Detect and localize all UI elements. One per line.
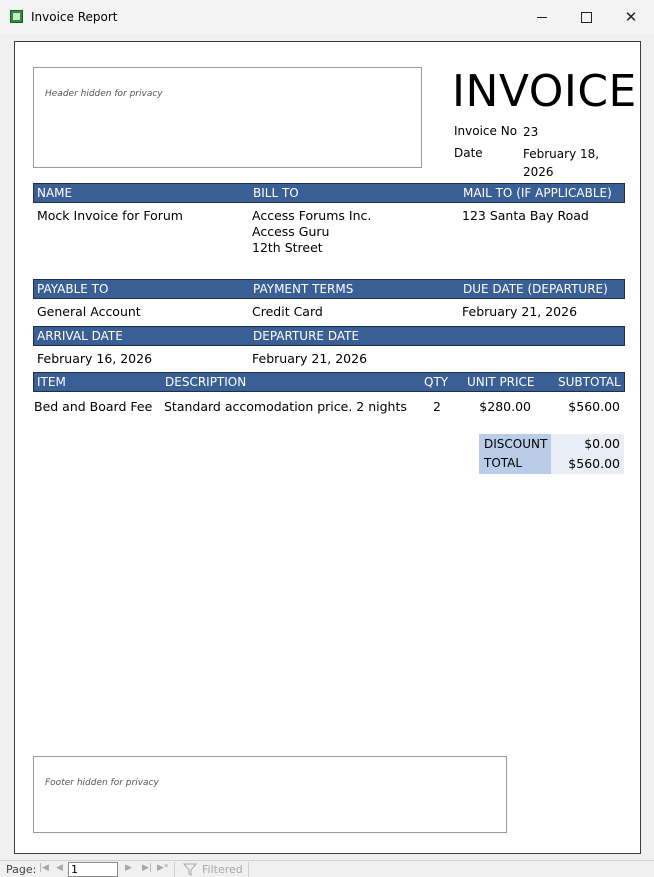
minimize-icon (537, 16, 547, 18)
item-subtotal: $560.00 (568, 399, 620, 414)
maximize-button[interactable] (563, 0, 609, 34)
previous-page-button[interactable]: ◀ (56, 863, 63, 873)
unit-price-column-header: UNIT PRICE (467, 375, 535, 389)
bill-to-line-3: 12th Street (252, 240, 323, 255)
record-navigation-bar: Page: |◀ ◀ 1 ▶ ▶| ▶* Filtered (0, 860, 654, 877)
title-bar: Invoice Report ✕ (0, 0, 654, 34)
item-column-header: ITEM (37, 375, 66, 389)
due-date-header: DUE DATE (DEPARTURE) (463, 282, 608, 296)
departure-date-header: DEPARTURE DATE (253, 329, 360, 343)
item-qty: 2 (433, 399, 441, 414)
filter-status[interactable]: Filtered (202, 863, 243, 876)
footer-note: Footer hidden for privacy (45, 778, 159, 788)
discount-label: DISCOUNT (484, 437, 548, 451)
total-value: $560.00 (568, 456, 620, 471)
total-label: TOTAL (484, 456, 523, 470)
invoice-no-label: Invoice No (454, 124, 518, 138)
header-note: Header hidden for privacy (45, 89, 163, 99)
name-value: Mock Invoice for Forum (37, 208, 183, 223)
bill-to-line-2: Access Guru (252, 224, 330, 239)
mail-to-header: MAIL TO (IF APPLICABLE) (463, 186, 612, 200)
maximize-icon (580, 11, 592, 23)
header-band-customer: NAME BILL TO MAIL TO (IF APPLICABLE) (33, 183, 625, 203)
page-number-input[interactable]: 1 (68, 862, 118, 877)
report-app-icon (10, 10, 23, 23)
name-header: NAME (37, 186, 73, 200)
last-page-button[interactable]: ▶| (142, 863, 152, 873)
arrival-date-value: February 16, 2026 (37, 351, 153, 366)
page-label: Page: (6, 863, 37, 876)
arrival-date-header: ARRIVAL DATE (37, 329, 123, 343)
filter-icon[interactable] (183, 863, 197, 876)
first-page-button[interactable]: |◀ (39, 863, 49, 873)
subtotal-column-header: SUBTOTAL (558, 375, 621, 389)
window-title: Invoice Report (31, 10, 118, 24)
header-band-payment: PAYABLE TO PAYMENT TERMS DUE DATE (DEPAR… (33, 279, 625, 299)
next-page-button[interactable]: ▶ (125, 863, 132, 873)
mail-to-value: 123 Santa Bay Road (462, 208, 589, 223)
payment-terms-value: Credit Card (252, 304, 323, 319)
item-name: Bed and Board Fee (34, 399, 153, 414)
navbar-divider (174, 862, 175, 877)
date-value: February 18, 2026 (523, 147, 600, 179)
invoice-no-value: 23 (523, 125, 539, 139)
close-icon: ✕ (624, 8, 638, 26)
close-button[interactable]: ✕ (608, 0, 654, 34)
invoice-title: INVOICE (452, 66, 637, 117)
payment-terms-header: PAYMENT TERMS (253, 282, 354, 296)
discount-value: $0.00 (584, 436, 620, 451)
new-record-button[interactable]: ▶* (157, 863, 168, 873)
due-date-value: February 21, 2026 (462, 304, 578, 319)
report-header-box: Header hidden for privacy (33, 67, 422, 168)
payable-to-header: PAYABLE TO (37, 282, 109, 296)
departure-date-value: February 21, 2026 (252, 351, 368, 366)
minimize-button[interactable] (519, 0, 565, 34)
date-label: Date (454, 146, 483, 160)
payable-to-value: General Account (37, 304, 141, 319)
report-canvas[interactable]: Header hidden for privacy INVOICE Invoic… (0, 34, 654, 860)
items-header-band: ITEM DESCRIPTION QTY UNIT PRICE SUBTOTAL (33, 372, 625, 392)
bill-to-header: BILL TO (253, 186, 299, 200)
description-column-header: DESCRIPTION (165, 375, 247, 389)
header-band-stay: ARRIVAL DATE DEPARTURE DATE (33, 326, 625, 346)
item-description: Standard accomodation price. 2 nights (164, 399, 407, 414)
report-page: Header hidden for privacy INVOICE Invoic… (14, 41, 641, 854)
qty-column-header: QTY (424, 375, 449, 389)
bill-to-line-1: Access Forums Inc. (252, 208, 372, 223)
item-unit-price: $280.00 (479, 399, 531, 414)
navbar-divider (248, 862, 249, 877)
report-footer-box: Footer hidden for privacy (33, 756, 507, 833)
